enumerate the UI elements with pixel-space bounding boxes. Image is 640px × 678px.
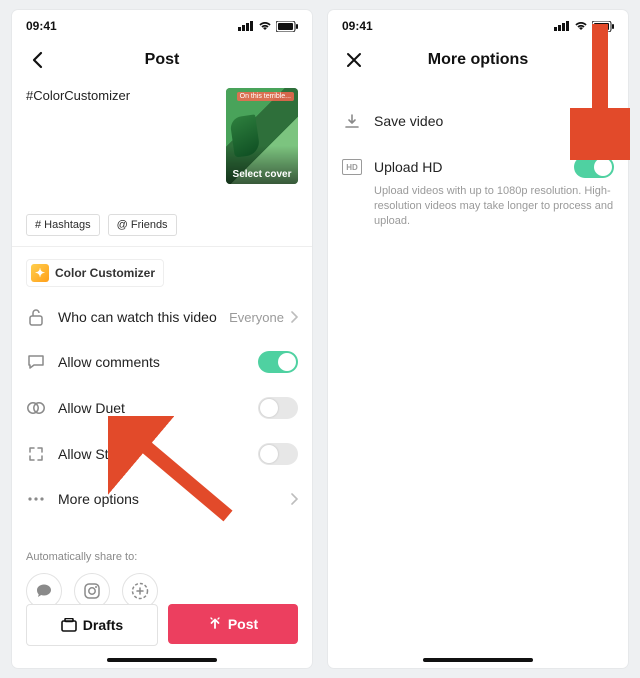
signal-icon [238, 21, 254, 31]
back-button[interactable] [24, 46, 52, 74]
bottom-bar: Drafts Post [26, 604, 298, 646]
lock-icon [26, 307, 46, 327]
page-title: Post [145, 51, 180, 69]
stitch-toggle[interactable] [258, 443, 298, 465]
effect-name: Color Customizer [55, 266, 155, 280]
more-options-label: More options [58, 491, 290, 507]
post-button[interactable]: Post [168, 604, 298, 644]
hd-icon: HD [342, 157, 362, 177]
row-more-options[interactable]: More options [12, 477, 312, 521]
close-icon [346, 52, 362, 68]
drafts-button[interactable]: Drafts [26, 604, 158, 646]
hashtags-chip[interactable]: # Hashtags [26, 214, 100, 236]
comment-icon [26, 352, 46, 372]
share-label: Automatically share to: [26, 551, 298, 563]
upload-hd-toggle[interactable] [574, 156, 614, 178]
save-video-label: Save video [374, 113, 574, 129]
home-indicator [423, 658, 533, 662]
upload-icon [208, 617, 222, 631]
more-nav: More options [328, 40, 628, 80]
share-bar: Automatically share to: [12, 521, 312, 617]
status-time: 09:41 [342, 19, 373, 33]
comments-toggle[interactable] [258, 351, 298, 373]
more-options-screen: 09:41 More options Save video HD Upload … [328, 10, 628, 668]
status-icons [554, 21, 614, 32]
page-title: More options [428, 51, 528, 69]
speech-bubble-icon [35, 583, 53, 599]
post-screen: 09:41 Post #ColorCustomizer On this terr… [12, 10, 312, 668]
video-thumbnail[interactable]: On this terrible... Select cover [226, 88, 298, 184]
caption-chip-row: # Hashtags @ Friends [12, 184, 312, 247]
duet-label: Allow Duet [58, 400, 258, 416]
signal-icon [554, 21, 570, 31]
wifi-icon [258, 21, 272, 31]
duet-icon [26, 398, 46, 418]
post-nav: Post [12, 40, 312, 80]
home-indicator [107, 658, 217, 662]
status-time: 09:41 [26, 19, 57, 33]
status-bar: 09:41 [12, 10, 312, 40]
chevron-left-icon [31, 51, 45, 69]
chevron-right-icon [290, 311, 298, 323]
close-button[interactable] [340, 46, 368, 74]
save-video-toggle[interactable] [574, 110, 614, 132]
privacy-value: Everyone [229, 310, 298, 325]
select-cover-label: Select cover [226, 169, 298, 180]
wifi-icon [574, 21, 588, 31]
drafts-icon [61, 618, 77, 632]
instagram-icon [83, 582, 101, 600]
add-story-icon [130, 581, 150, 601]
upload-hd-hint: Upload videos with up to 1080p resolutio… [328, 184, 628, 229]
row-save-video: Save video [328, 98, 628, 144]
comments-label: Allow comments [58, 354, 258, 370]
row-duet: Allow Duet [12, 385, 312, 431]
more-rows: Save video HD Upload HD Upload videos wi… [328, 98, 628, 229]
status-bar: 09:41 [328, 10, 628, 40]
upload-hd-label: Upload HD [374, 159, 574, 175]
friends-chip[interactable]: @ Friends [108, 214, 177, 236]
ellipsis-icon [26, 489, 46, 509]
stitch-icon [26, 444, 46, 464]
privacy-label: Who can watch this video [58, 309, 229, 325]
battery-icon [592, 21, 614, 32]
row-comments: Allow comments [12, 339, 312, 385]
thumbnail-audio-tag: On this terrible... [237, 92, 294, 101]
stitch-label: Allow Stitch [58, 446, 258, 462]
duet-toggle[interactable] [258, 397, 298, 419]
settings-rows: Who can watch this video Everyone Allow … [12, 295, 312, 521]
caption-input[interactable]: #ColorCustomizer [26, 88, 218, 184]
row-stitch: Allow Stitch [12, 431, 312, 477]
battery-icon [276, 21, 298, 32]
sparkle-icon: ✦ [31, 264, 49, 282]
download-icon [342, 111, 362, 131]
effect-pill[interactable]: ✦ Color Customizer [26, 259, 164, 287]
status-icons [238, 21, 298, 32]
row-privacy[interactable]: Who can watch this video Everyone [12, 295, 312, 339]
compose-area: #ColorCustomizer On this terrible... Sel… [12, 80, 312, 184]
chevron-right-icon [290, 493, 298, 505]
